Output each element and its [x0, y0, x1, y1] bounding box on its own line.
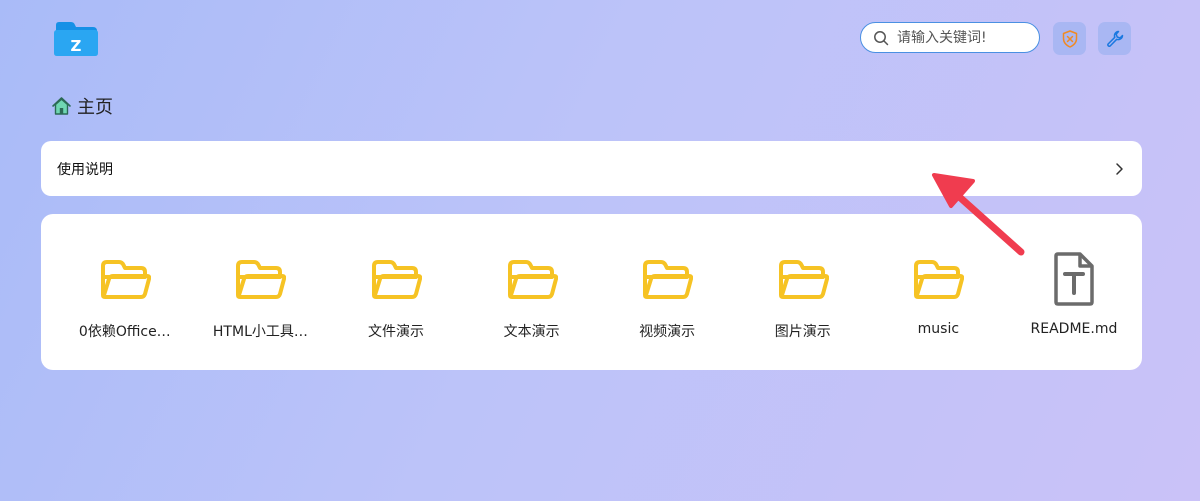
file-item-4[interactable]: 视频演示	[599, 214, 735, 370]
file-name: 文件演示	[367, 324, 424, 340]
file-item-7[interactable]: README.md	[1006, 214, 1142, 370]
file-item-3[interactable]: 文本演示	[464, 214, 600, 370]
security-button[interactable]	[1053, 22, 1086, 55]
app-logo[interactable]: Z	[53, 21, 99, 57]
file-item-2[interactable]: 文件演示	[328, 214, 464, 370]
folder-icon	[371, 260, 422, 299]
folder-icon	[643, 260, 694, 299]
file-name: README.md	[1030, 321, 1118, 337]
text-file-icon	[1054, 252, 1094, 306]
breadcrumb: 主页	[51, 94, 113, 118]
folder-icon	[914, 260, 965, 299]
folder-icon	[236, 260, 287, 299]
file-name: music	[917, 321, 960, 337]
file-item-6[interactable]: music	[871, 214, 1007, 370]
file-item-0[interactable]: 0依赖Office…	[57, 214, 193, 370]
chevron-right-icon	[1116, 162, 1123, 175]
wrench-icon	[1106, 30, 1123, 47]
search-input[interactable]	[897, 29, 1027, 46]
file-name: 视频演示	[639, 324, 696, 340]
instructions-row[interactable]: 使用说明	[41, 141, 1142, 196]
file-name: HTML小工具…	[212, 324, 308, 340]
file-grid: 0依赖Office… HTML小工具… 文件演示 文本演示 视频演示 图片演示 …	[41, 214, 1142, 370]
search-box[interactable]	[860, 22, 1040, 53]
settings-button[interactable]	[1098, 22, 1131, 55]
home-icon[interactable]	[51, 96, 72, 116]
file-name: 图片演示	[774, 324, 831, 340]
shield-icon	[1062, 29, 1077, 48]
file-name: 0依赖Office…	[78, 324, 171, 340]
search-icon	[874, 30, 889, 45]
file-item-5[interactable]: 图片演示	[735, 214, 871, 370]
file-item-1[interactable]: HTML小工具…	[193, 214, 329, 370]
logo-letter: Z	[71, 37, 82, 55]
folder-icon	[778, 260, 829, 299]
instructions-label: 使用说明	[57, 161, 113, 178]
file-name: 文本演示	[503, 324, 560, 340]
folder-icon	[100, 260, 151, 299]
folder-icon	[507, 260, 558, 299]
breadcrumb-home[interactable]: 主页	[77, 93, 113, 119]
